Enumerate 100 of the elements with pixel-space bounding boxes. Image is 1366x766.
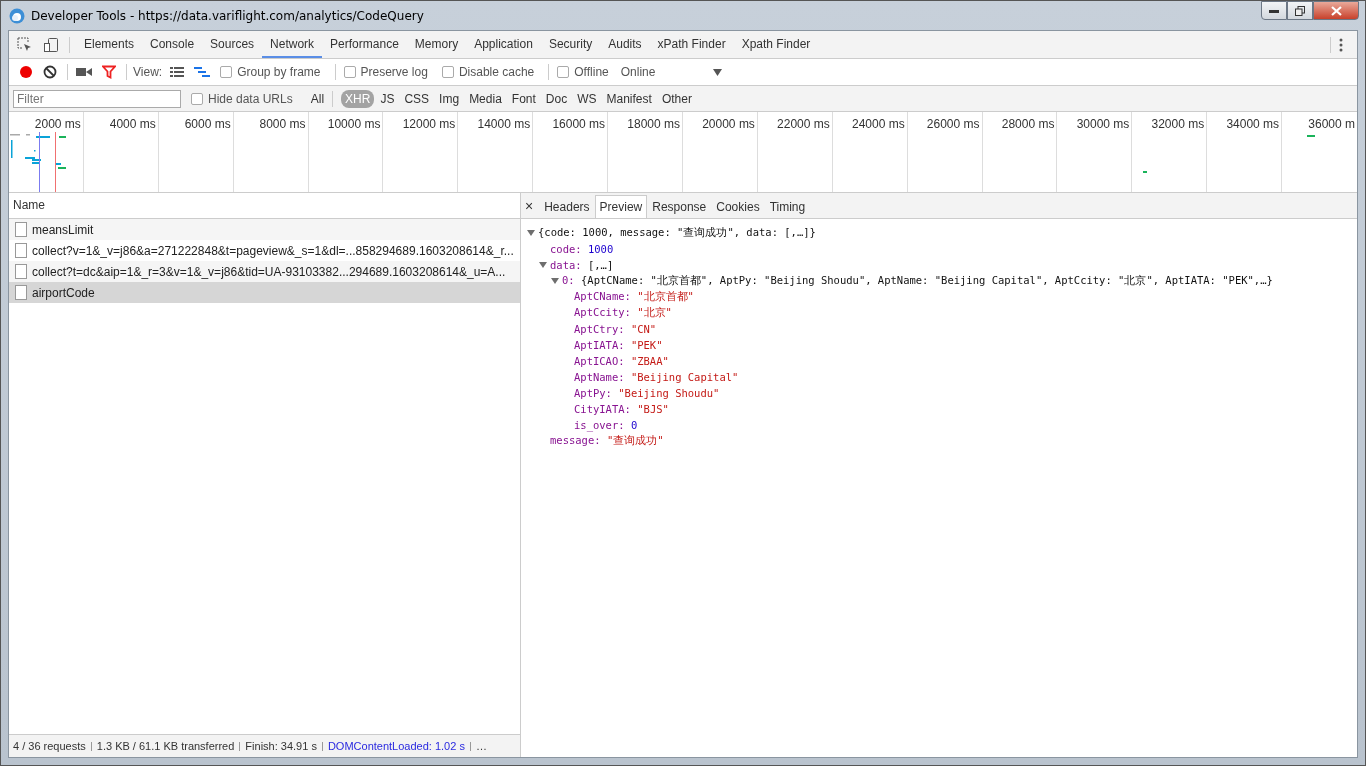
type-filter[interactable]: Manifest xyxy=(602,89,656,108)
status-link[interactable]: DOMContentLoaded: 1.02 s xyxy=(327,740,465,752)
disclosure-icon[interactable] xyxy=(539,261,547,269)
record-icon[interactable] xyxy=(19,65,33,79)
request-row[interactable]: meansLimit xyxy=(9,219,520,240)
time-tick: 26000 ms xyxy=(926,117,980,132)
checkbox-label[interactable]: Preserve log xyxy=(360,65,428,79)
panel-tab[interactable]: Elements xyxy=(76,31,143,58)
caret-icon[interactable] xyxy=(713,68,723,76)
panel-tab[interactable]: Sources xyxy=(202,31,263,58)
disclosure-icon[interactable] xyxy=(551,277,559,285)
close-icon[interactable] xyxy=(1330,5,1342,16)
disclosure-icon[interactable] xyxy=(527,229,535,237)
checkbox-label[interactable]: Disable cache xyxy=(458,65,535,79)
device-icon[interactable] xyxy=(43,36,59,53)
document-icon xyxy=(15,222,27,237)
checkbox-label[interactable]: Group by frame xyxy=(237,65,321,79)
throttling-dropdown[interactable]: Online xyxy=(620,65,656,79)
panel-tab[interactable]: xPath Finder xyxy=(649,31,734,58)
detail-tab[interactable]: Response xyxy=(647,195,712,218)
tree-entry: AptCcity: "北京" xyxy=(574,306,672,320)
minimize-icon[interactable] xyxy=(1269,8,1279,13)
checkbox[interactable] xyxy=(557,66,570,78)
close-button[interactable]: × xyxy=(523,198,540,218)
time-tick: 14000 ms xyxy=(477,117,531,132)
tree-entry: message: "查询成功" xyxy=(550,434,664,448)
tree-entry: code: 1000 xyxy=(550,243,614,255)
time-tick: 34000 ms xyxy=(1226,117,1280,132)
tree-entry: AptPy: "Beijing Shoudu" xyxy=(574,387,720,399)
filter-field[interactable]: Filter xyxy=(13,89,181,108)
panel-tab[interactable]: Security xyxy=(540,31,601,58)
detail-tab[interactable]: Timing xyxy=(764,195,811,218)
time-tick: 30000 ms xyxy=(1076,117,1130,132)
time-tick: 16000 ms xyxy=(552,117,606,132)
type-filter[interactable]: Font xyxy=(507,89,540,108)
panel-tab[interactable]: Xpath Finder xyxy=(733,31,819,58)
type-filter[interactable]: All xyxy=(306,89,329,108)
time-tick: 32000 ms xyxy=(1151,117,1205,132)
more-options-icon[interactable] xyxy=(1339,37,1343,52)
document-icon xyxy=(15,285,27,300)
browser-logo-icon xyxy=(9,7,25,24)
tree-entry: AptICAO: "ZBAA" xyxy=(574,355,669,367)
checkbox[interactable] xyxy=(441,66,454,78)
type-filter[interactable]: JS xyxy=(376,89,399,108)
checkbox[interactable] xyxy=(220,66,233,78)
list-view-icon[interactable] xyxy=(170,66,185,78)
time-tick: 28000 ms xyxy=(1001,117,1055,132)
type-filter[interactable]: CSS xyxy=(400,89,434,108)
request-row[interactable]: airportCode xyxy=(9,282,520,303)
request-name[interactable]: airportCode xyxy=(32,285,95,300)
time-tick: 24000 ms xyxy=(851,117,905,132)
tree-entry: AptIATA: "PEK" xyxy=(574,339,663,351)
request-name[interactable]: collect?v=1&_v=j86&a=271222848&t=pageview&_s=1&dl=...858294689.1603208614&_r... xyxy=(32,243,514,258)
window-title: Developer Tools - https://data.variflight.com/analytics/CodeQuery xyxy=(31,8,424,23)
detail-tab[interactable]: Preview xyxy=(594,195,648,218)
time-tick: 12000 ms xyxy=(402,117,456,132)
panel-tab[interactable]: Audits xyxy=(600,31,650,58)
status-text: Finish: 34.91 s xyxy=(245,740,317,752)
time-tick: 36000 m xyxy=(1308,117,1355,132)
time-tick: 22000 ms xyxy=(777,117,830,132)
tree-entry: data: [,…] xyxy=(550,259,614,271)
tree-entry: AptName: "Beijing Capital" xyxy=(574,371,739,383)
checkbox[interactable] xyxy=(191,92,203,105)
time-tick: 4000 ms xyxy=(109,117,156,132)
type-filter[interactable]: Img xyxy=(435,89,464,108)
time-tick: 20000 ms xyxy=(702,117,755,132)
request-name[interactable]: meansLimit xyxy=(32,222,94,237)
clear-icon[interactable] xyxy=(43,65,57,79)
detail-tab[interactable]: Headers xyxy=(539,195,595,218)
type-filter[interactable]: WS xyxy=(573,89,601,108)
video-camera-icon[interactable] xyxy=(76,67,92,77)
type-filter[interactable]: Media xyxy=(465,89,506,108)
document-icon xyxy=(15,243,27,258)
panel-tab[interactable]: Network xyxy=(262,31,323,58)
view-label: View: xyxy=(133,65,163,79)
status-text: 4 / 36 requests xyxy=(13,740,86,752)
detail-tab[interactable]: Cookies xyxy=(711,195,765,218)
tree-entry: {code: 1000, message: "查询成功", data: [,…]} xyxy=(538,226,816,240)
panel-tab[interactable]: Application xyxy=(466,31,541,58)
waterfall-view-icon[interactable] xyxy=(194,66,211,78)
checkbox-label[interactable]: Offline xyxy=(574,65,609,79)
panel-tab[interactable]: Console xyxy=(142,31,203,58)
filter-icon[interactable] xyxy=(102,65,116,79)
panel-tab[interactable]: Memory xyxy=(406,31,467,58)
time-tick: 10000 ms xyxy=(327,117,381,132)
type-filter[interactable]: Other xyxy=(657,89,696,108)
time-tick: 6000 ms xyxy=(184,117,231,132)
time-tick: 2000 ms xyxy=(34,117,81,132)
restore-icon[interactable] xyxy=(1295,5,1305,16)
request-row[interactable]: collect?t=dc&aip=1&_r=3&v=1&_v=j86&tid=UA-93103382...294689.1603208614&_u=A... xyxy=(9,261,520,282)
request-name[interactable]: collect?t=dc&aip=1&_r=3&v=1&_v=j86&tid=UA-93103382...294689.1603208614&_u=A... xyxy=(32,264,506,279)
panel-tab[interactable]: Performance xyxy=(322,31,407,58)
tree-entry: AptCName: "北京首都" xyxy=(574,290,694,304)
inspect-icon[interactable] xyxy=(17,36,33,53)
checkbox[interactable] xyxy=(343,66,356,78)
type-filter[interactable]: Doc xyxy=(541,89,572,108)
tree-entry: AptCtry: "CN" xyxy=(574,323,657,335)
tree-entry: CityIATA: "BJS" xyxy=(574,403,669,415)
checkbox-label[interactable]: Hide data URLs xyxy=(208,91,293,106)
tree-entry: is_over: 0 xyxy=(574,419,638,431)
